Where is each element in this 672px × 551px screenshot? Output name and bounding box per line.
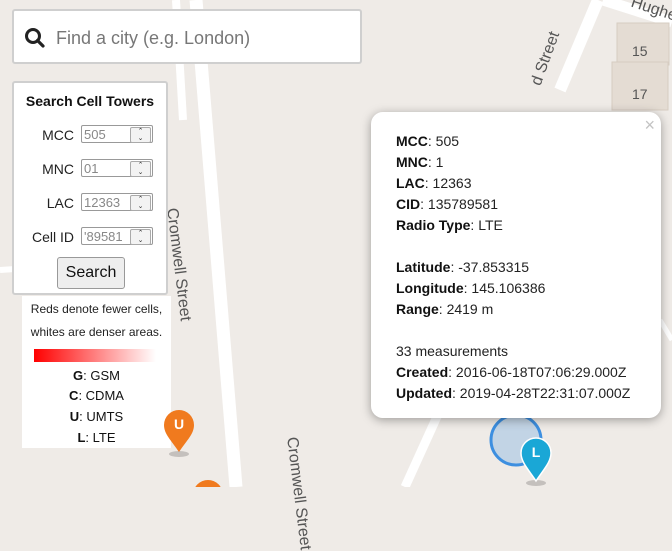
search-icon [25, 28, 45, 48]
lte-tower-marker[interactable]: L [518, 435, 554, 487]
cell-id-value: '89581 [84, 229, 123, 244]
cell-id-input[interactable]: '89581 ⌃ ⌄ [81, 227, 153, 245]
mcc-label: MCC [42, 127, 74, 143]
mnc-stepper[interactable]: ⌃ ⌄ [130, 161, 151, 177]
map-pin-icon [520, 437, 552, 486]
popup-created: Created: 2016-06-18T07:06:29.000Z [396, 364, 627, 380]
cell-info-popup: × MCC: 505 MNC: 1 LAC: 12363 CID: 135789… [371, 112, 661, 418]
lac-field-row: LAC 12363 ⌃ ⌄ [14, 193, 166, 213]
legend-type-umts: U: UMTS [69, 409, 124, 424]
lte-marker-letter: L [531, 444, 541, 460]
legend-type-gsm: G: GSM [73, 368, 120, 383]
legend-type-cdma: C: CDMA [69, 388, 124, 403]
mnc-label: MNC [42, 161, 74, 177]
umts-tower-marker-partial[interactable] [193, 480, 223, 487]
city-search-input[interactable] [54, 21, 358, 55]
lac-label: LAC [46, 195, 74, 211]
legend-note-line-2: whites are denser areas. [30, 325, 163, 339]
mcc-input[interactable]: 505 ⌃ ⌄ [81, 125, 153, 143]
city-search-box [12, 9, 362, 64]
building-number-17: 17 [632, 86, 648, 102]
popup-updated: Updated: 2019-04-28T22:31:07.000Z [396, 385, 631, 401]
popup-cid: CID: 135789581 [396, 196, 498, 212]
mcc-stepper[interactable]: ⌃ ⌄ [130, 127, 151, 143]
cell-id-label: Cell ID [31, 229, 74, 245]
density-legend: Reds denote fewer cells, whites are dens… [22, 296, 171, 448]
lac-input[interactable]: 12363 ⌃ ⌄ [81, 193, 153, 211]
search-button[interactable]: Search [57, 257, 125, 289]
density-gradient-bar [34, 349, 156, 362]
popup-measurements: 33 measurements [396, 343, 509, 359]
popup-radio-type: Radio Type: LTE [396, 217, 503, 233]
panel-title: Search Cell Towers [25, 93, 155, 109]
lac-value: 12363 [84, 195, 121, 210]
popup-mcc: MCC: 505 [396, 133, 460, 149]
popup-lac: LAC: 12363 [396, 175, 472, 191]
legend-type-lte: L: LTE [77, 430, 116, 445]
lac-stepper[interactable]: ⌃ ⌄ [130, 195, 151, 211]
cell-id-stepper[interactable]: ⌃ ⌄ [130, 229, 151, 245]
mnc-input[interactable]: 01 ⌃ ⌄ [81, 159, 153, 177]
building-number-15: 15 [632, 43, 648, 59]
mcc-value: 505 [84, 127, 106, 142]
mnc-field-row: MNC 01 ⌃ ⌄ [14, 159, 166, 179]
mnc-value: 01 [84, 161, 99, 176]
cell-tower-search-panel: Search Cell Towers MCC 505 ⌃ ⌄ MNC 01 ⌃ ⌄ … [12, 81, 168, 295]
umts-tower-marker[interactable]: U [161, 408, 197, 458]
legend-note-line-1: Reds denote fewer cells, [30, 302, 163, 316]
popup-latitude: Latitude: -37.853315 [396, 259, 530, 275]
popup-mnc: MNC: 1 [396, 154, 444, 170]
cell-id-field-row: Cell ID '89581 ⌃ ⌄ [14, 227, 166, 247]
popup-range: Range: 2419 m [396, 301, 494, 317]
popup-longitude: Longitude: 145.106386 [396, 280, 546, 296]
mcc-field-row: MCC 505 ⌃ ⌄ [14, 125, 166, 145]
close-icon[interactable]: × [644, 116, 655, 134]
umts-marker-letter: U [173, 416, 185, 432]
